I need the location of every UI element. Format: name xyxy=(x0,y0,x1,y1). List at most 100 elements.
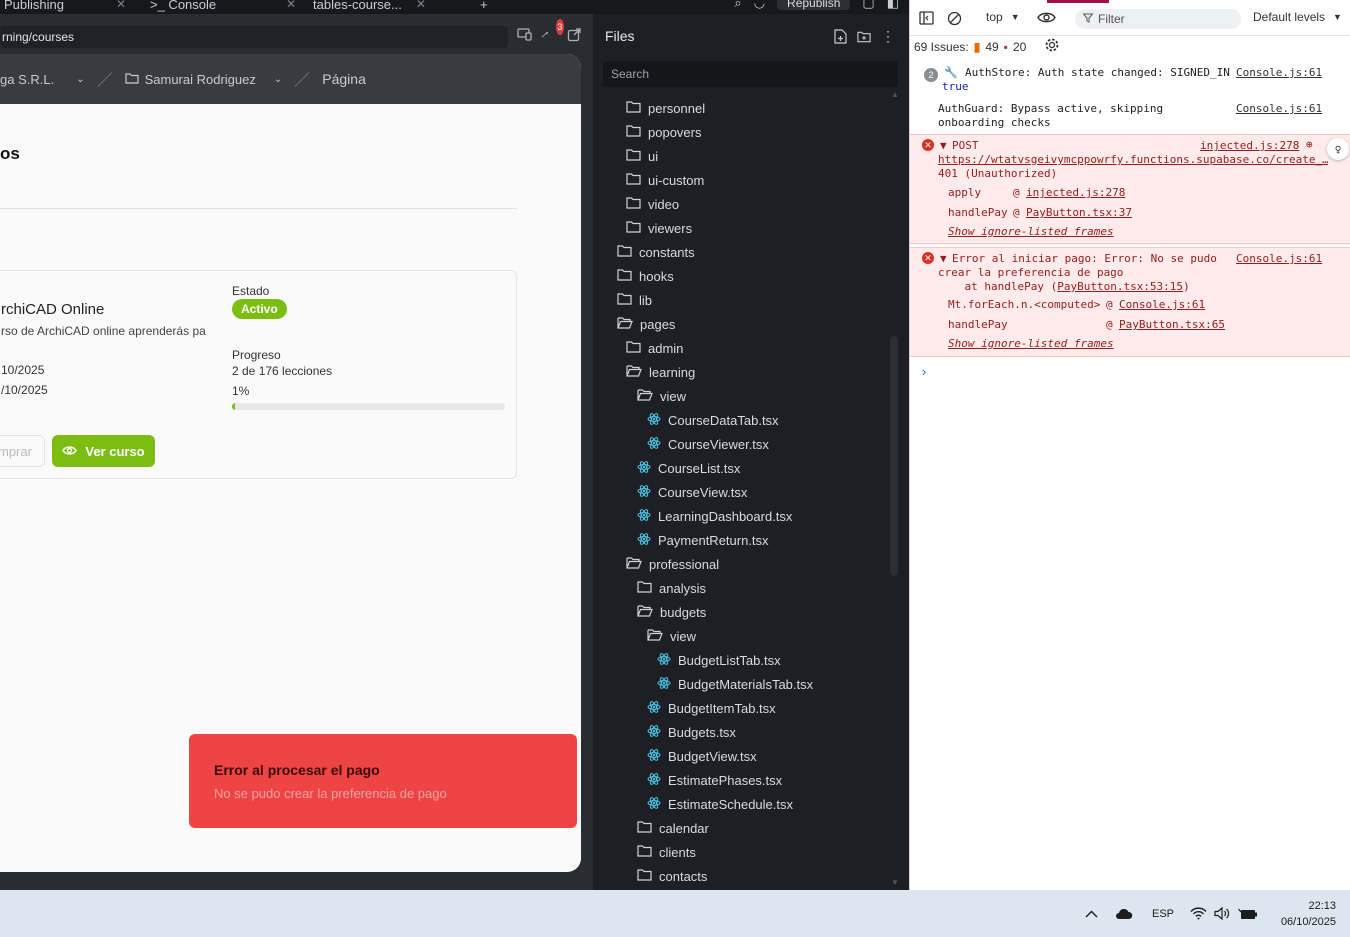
new-folder-icon[interactable] xyxy=(857,28,871,44)
tree-item-label: calendar xyxy=(659,820,709,836)
folder-item[interactable]: constants xyxy=(617,240,695,264)
tree-item-label: hooks xyxy=(639,268,674,284)
file-item[interactable]: BudgetItemTab.tsx xyxy=(647,696,776,720)
file-item[interactable]: CourseDataTab.tsx xyxy=(647,408,779,432)
request-url[interactable]: https://wtatvsgeivymcppowrfy.functions.s… xyxy=(938,153,1328,166)
close-icon[interactable]: ✕ xyxy=(286,0,296,11)
devices-icon[interactable] xyxy=(516,26,532,42)
folder-item[interactable]: lib xyxy=(617,288,652,312)
scroll-down-icon[interactable]: ▼ xyxy=(891,878,899,887)
tray-overflow-icon[interactable] xyxy=(1085,890,1098,937)
battery-icon[interactable] xyxy=(1238,890,1257,937)
language-indicator[interactable]: ESP xyxy=(1152,890,1174,937)
url-bar[interactable]: rning/courses xyxy=(0,26,508,48)
buy-button[interactable]: mprar xyxy=(0,435,45,467)
file-item[interactable]: LearningDashboard.tsx xyxy=(637,504,792,528)
folder-item[interactable]: professional xyxy=(626,552,719,576)
folder-item[interactable]: clients xyxy=(637,840,696,864)
folder-item[interactable]: personnel xyxy=(626,96,705,120)
user-icon[interactable]: ◡ xyxy=(754,0,765,11)
eye-icon[interactable] xyxy=(1037,11,1056,24)
file-item[interactable]: BudgetMaterialsTab.tsx xyxy=(657,672,813,696)
stack-frame-link[interactable]: Console.js:61 xyxy=(1119,298,1205,311)
cloud-icon[interactable] xyxy=(1115,890,1133,937)
folder-item[interactable]: popovers xyxy=(626,120,701,144)
wifi-icon[interactable] xyxy=(1190,890,1207,937)
source-link[interactable]: Console.js:61 xyxy=(1236,252,1322,265)
network-icon[interactable]: ⊕ xyxy=(1306,138,1313,151)
folder-icon xyxy=(637,580,652,596)
folder-item[interactable]: learning xyxy=(626,360,695,384)
file-tree-scrollbar[interactable] xyxy=(890,336,898,576)
folder-item[interactable]: calendar xyxy=(637,816,709,840)
stack-frame-link[interactable]: PayButton.tsx:53:15 xyxy=(1057,280,1183,293)
external-link-icon[interactable] xyxy=(566,26,582,42)
folder-item[interactable]: budgets xyxy=(637,600,706,624)
at-symbol: @ xyxy=(1106,318,1113,331)
clock[interactable]: 22:13 06/10/2025 xyxy=(1281,898,1336,930)
file-item[interactable]: EstimatePhases.tsx xyxy=(647,768,782,792)
folder-open-icon xyxy=(637,604,653,620)
close-icon[interactable]: ✕ xyxy=(116,0,126,11)
file-item[interactable]: PaymentReturn.tsx xyxy=(637,528,769,552)
file-item[interactable]: Budgets.tsx xyxy=(647,720,736,744)
gear-icon[interactable] xyxy=(1045,38,1059,55)
issues-bar[interactable]: 69 Issues: ▮ 49 ▪ 20 xyxy=(914,38,1059,55)
close-icon[interactable]: ✕ xyxy=(416,0,426,11)
source-link[interactable]: injected.js:278 xyxy=(1200,139,1299,152)
tab-tables-course[interactable]: tables-course... ✕ xyxy=(313,0,426,14)
stack-frame-link[interactable]: PayButton.tsx:65 xyxy=(1119,318,1225,331)
stack-frame-link[interactable]: PayButton.tsx:37 xyxy=(1026,206,1132,219)
folder-item[interactable]: video xyxy=(626,192,679,216)
breadcrumb-org[interactable]: ga S.R.L. ⌄ xyxy=(0,72,85,87)
folder-item[interactable]: admin xyxy=(626,336,683,360)
folder-item[interactable]: ui xyxy=(626,144,658,168)
file-search-input[interactable]: Search xyxy=(603,61,898,87)
expand-arrow-icon[interactable]: ▼ xyxy=(940,252,947,265)
folder-item[interactable]: pages xyxy=(617,312,675,336)
stack-frame-link[interactable]: injected.js:278 xyxy=(1026,186,1125,199)
folder-item[interactable]: contacts xyxy=(637,864,707,888)
tab-publishing[interactable]: Publishing ✕ xyxy=(4,0,126,14)
scroll-up-icon[interactable]: ▲ xyxy=(891,90,899,99)
tree-item-label: BudgetItemTab.tsx xyxy=(668,700,776,716)
tab-console[interactable]: >_ Console ✕ xyxy=(150,0,296,14)
view-course-button[interactable]: Ver curso xyxy=(52,435,155,467)
source-link[interactable]: Console.js:61 xyxy=(1236,66,1322,79)
console-prompt[interactable]: › xyxy=(922,364,926,379)
tools-icon[interactable]: 3 xyxy=(541,19,564,42)
layout-icon[interactable]: ◧ xyxy=(887,0,899,11)
folder-item[interactable]: view xyxy=(637,384,686,408)
status-badge: Activo xyxy=(232,299,287,319)
republish-button[interactable]: Republish xyxy=(777,0,851,10)
new-tab-button[interactable]: + xyxy=(480,0,488,14)
expand-arrow-icon[interactable]: ▼ xyxy=(940,139,947,152)
folder-item[interactable]: viewers xyxy=(626,216,692,240)
breadcrumb-page[interactable]: Página xyxy=(322,71,366,87)
sidebar-toggle-icon[interactable] xyxy=(919,11,934,25)
show-ignored-frames-link[interactable]: Show ignore-listed frames xyxy=(948,337,1114,350)
file-item[interactable]: BudgetListTab.tsx xyxy=(657,648,781,672)
file-item[interactable]: CourseViewer.tsx xyxy=(647,432,769,456)
file-item[interactable]: CourseView.tsx xyxy=(637,480,747,504)
source-link[interactable]: Console.js:61 xyxy=(1236,102,1322,115)
folder-item[interactable]: hooks xyxy=(617,264,674,288)
console-filter-input[interactable]: Filter xyxy=(1075,9,1241,29)
folder-item[interactable]: view xyxy=(647,624,696,648)
lock-icon[interactable]: ▢ xyxy=(862,0,874,11)
folder-item[interactable]: analysis xyxy=(637,576,706,600)
file-item[interactable]: BudgetView.tsx xyxy=(647,744,757,768)
clear-console-icon[interactable] xyxy=(947,11,962,26)
lightbulb-icon[interactable]: ♀ xyxy=(1327,138,1349,160)
more-icon[interactable]: ⋮ xyxy=(881,28,895,44)
search-icon[interactable]: ⌕ xyxy=(734,0,741,11)
file-item[interactable]: CourseList.tsx xyxy=(637,456,740,480)
context-select[interactable]: top ▼ xyxy=(986,10,1020,24)
folder-item[interactable]: ui-custom xyxy=(626,168,704,192)
show-ignored-frames-link[interactable]: Show ignore-listed frames xyxy=(948,225,1114,238)
log-levels-select[interactable]: Default levels ▼ xyxy=(1253,10,1342,24)
file-item[interactable]: EstimateSchedule.tsx xyxy=(647,792,793,816)
volume-icon[interactable] xyxy=(1214,890,1230,937)
new-file-icon[interactable] xyxy=(833,28,847,44)
breadcrumb-user[interactable]: Samurai Rodriguez ⌄ xyxy=(124,72,282,87)
